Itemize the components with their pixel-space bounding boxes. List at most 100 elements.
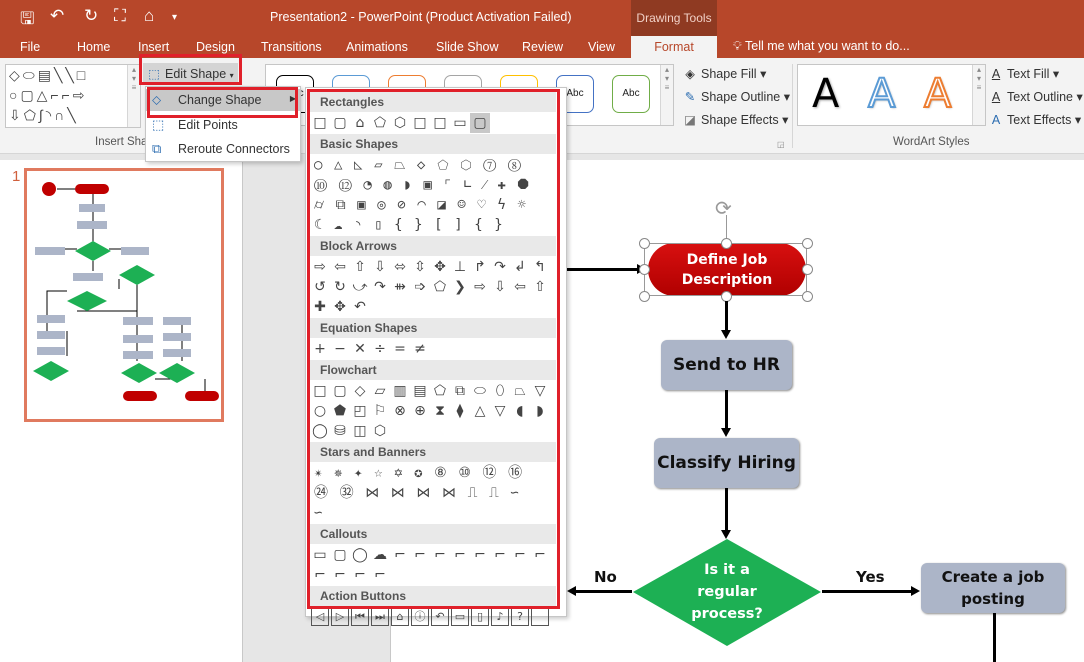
group-divider bbox=[792, 64, 793, 148]
text-fill-button[interactable]: A Text Fill ▾ bbox=[988, 66, 1059, 81]
pencil-icon: ✎ bbox=[684, 90, 696, 104]
menu-item-label: Edit Points bbox=[178, 118, 238, 132]
text-outline-label: Text Outline bbox=[1007, 90, 1074, 104]
wordart-scrollbar[interactable]: ▴ ▾ ≡ bbox=[972, 65, 985, 125]
slide-thumbnail[interactable] bbox=[24, 168, 224, 422]
shape-fill-button[interactable]: ◈ Shape Fill ▾ bbox=[682, 66, 766, 81]
slides-panel: 1 bbox=[0, 160, 243, 662]
resize-handle[interactable] bbox=[802, 264, 813, 275]
shape-effects-icon: ◪ bbox=[684, 113, 696, 127]
insert-shapes-group-label: Insert Sha bbox=[95, 136, 148, 148]
action-buttons-shape-icon[interactable]: ♪ bbox=[491, 608, 509, 626]
arrowhead bbox=[911, 586, 920, 596]
text-fill-label: Text Fill bbox=[1007, 67, 1050, 81]
undo-icon[interactable]: ↶ bbox=[50, 6, 64, 26]
connector-arrow bbox=[725, 301, 728, 331]
dialog-launcher-icon[interactable]: ◲ bbox=[777, 140, 785, 149]
yes-label: Yes bbox=[856, 568, 885, 586]
text-outline-icon: A bbox=[991, 90, 1001, 104]
resize-handle[interactable] bbox=[802, 238, 813, 249]
action-buttons-shape-icon[interactable]: ▷ bbox=[331, 608, 349, 626]
menu-item-label: Reroute Connectors bbox=[178, 142, 290, 156]
rotate-handle-icon[interactable]: ⟳ bbox=[715, 196, 732, 221]
resize-handle[interactable] bbox=[721, 238, 732, 249]
shape-outline-label: Shape Outline bbox=[701, 90, 781, 104]
text-outline-button[interactable]: A Text Outline ▾ bbox=[988, 89, 1083, 104]
window-title: Presentation2 - PowerPoint (Product Acti… bbox=[270, 10, 572, 24]
shape-icons[interactable]: ◇⬭▤╲╲□ ○▢△⌐⌐⇨ ⇩⬠∫◝∩╲ bbox=[6, 65, 140, 125]
category-shapes-action-buttons: ◁ ▷ ⏮ ⏭ ⌂ ⓘ ↶ ▭ ▯ ♪? bbox=[306, 607, 550, 627]
text-effects-icon: A bbox=[991, 113, 1001, 127]
wordart-style-option[interactable]: A bbox=[867, 70, 896, 118]
insert-shapes-gallery[interactable]: ◇⬭▤╲╲□ ○▢△⌐⌐⇨ ⇩⬠∫◝∩╲ ▴ ▾ ≡ bbox=[5, 64, 141, 128]
paint-bucket-icon: ◈ bbox=[685, 67, 695, 81]
wordart-group-label: WordArt Styles bbox=[893, 136, 970, 148]
wordart-gallery[interactable]: AAA ▴ ▾ ≡ bbox=[797, 64, 986, 126]
resize-handle[interactable] bbox=[639, 238, 650, 249]
tab-home[interactable]: Home bbox=[77, 40, 110, 54]
shape-style-option[interactable]: Abc bbox=[612, 75, 650, 113]
arrowhead bbox=[721, 428, 731, 437]
tab-review[interactable]: Review bbox=[522, 40, 563, 54]
action-buttons-shape-icon[interactable]: ▯ bbox=[471, 608, 489, 626]
format-painter-icon[interactable]: ⌂ bbox=[144, 6, 154, 26]
text-effects-button[interactable]: A Text Effects ▾ bbox=[988, 112, 1081, 127]
resize-handle[interactable] bbox=[639, 291, 650, 302]
tab-view[interactable]: View bbox=[588, 40, 615, 54]
slide-number: 1 bbox=[12, 168, 21, 185]
drawing-tools-label: Drawing Tools bbox=[631, 0, 717, 36]
wordart-style-option[interactable]: A bbox=[812, 71, 839, 117]
shape-outline-button[interactable]: ✎ Shape Outline ▾ bbox=[682, 89, 790, 104]
styles-scrollbar[interactable]: ▴ ▾ ≡ bbox=[660, 65, 673, 125]
connector-arrow bbox=[822, 590, 912, 593]
highlight-box bbox=[147, 87, 298, 118]
edit-points-icon: ⬚ bbox=[152, 117, 165, 132]
shape-effects-label: Shape Effects bbox=[701, 113, 779, 127]
resize-handle[interactable] bbox=[639, 264, 650, 275]
arrowhead bbox=[721, 330, 731, 339]
highlight-box bbox=[307, 89, 560, 609]
reroute-connectors-icon: ⧉ bbox=[152, 141, 162, 156]
wordart-style-option[interactable]: A bbox=[923, 70, 952, 118]
save-icon[interactable]: 🖫 bbox=[20, 6, 34, 35]
text-effects-label: Text Effects bbox=[1007, 113, 1072, 127]
action-buttons-shape-icon[interactable]: ⓘ bbox=[411, 608, 429, 626]
thumbnail-flowchart-image bbox=[33, 182, 219, 401]
action-buttons-shape-icon[interactable]: ? bbox=[511, 608, 529, 626]
tell-me-text: Tell me what you want to do... bbox=[745, 39, 910, 53]
tab-slide-show[interactable]: Slide Show bbox=[436, 40, 499, 54]
action-buttons-shape-icon[interactable]: ▭ bbox=[451, 608, 469, 626]
create-job-posting-node[interactable]: Create a job posting bbox=[921, 563, 1065, 613]
tell-me-search[interactable]: 💡︎ Tell me what you want to do... bbox=[733, 39, 910, 54]
connector-arrow bbox=[993, 613, 996, 662]
tab-insert[interactable]: Insert bbox=[138, 40, 169, 54]
connector-arrow bbox=[575, 590, 632, 593]
no-label: No bbox=[594, 568, 617, 586]
tab-animations[interactable]: Animations bbox=[346, 40, 408, 54]
selection-box bbox=[644, 243, 807, 296]
start-slideshow-icon[interactable]: ⛶ bbox=[114, 6, 126, 26]
tab-design[interactable]: Design bbox=[196, 40, 235, 54]
send-to-hr-node[interactable]: Send to HR bbox=[661, 340, 792, 390]
menu-item-reroute-connectors[interactable]: ⧉ Reroute Connectors bbox=[146, 138, 300, 160]
action-buttons-shape-icon[interactable]: ↶ bbox=[431, 608, 449, 626]
highlight-box bbox=[139, 54, 242, 85]
tab-transitions[interactable]: Transitions bbox=[261, 40, 322, 54]
resize-handle[interactable] bbox=[802, 291, 813, 302]
action-buttons-shape-icon[interactable]: ⌂ bbox=[391, 608, 409, 626]
redo-icon[interactable]: ↻ bbox=[84, 6, 98, 26]
shape-fill-label: Shape Fill bbox=[701, 67, 757, 81]
lightbulb-icon: 💡︎ bbox=[733, 39, 745, 53]
connector-arrow bbox=[725, 488, 728, 530]
decision-text: Is it a regular process? bbox=[691, 562, 763, 622]
action-buttons-shape-icon[interactable]: ⏭ bbox=[371, 608, 389, 626]
tab-format[interactable]: Format bbox=[631, 36, 717, 58]
classify-hiring-node[interactable]: Classify Hiring bbox=[654, 438, 799, 488]
customize-quick-access-icon[interactable]: ▾ bbox=[172, 12, 177, 23]
action-buttons-shape-icon[interactable] bbox=[531, 608, 549, 626]
connector-arrow bbox=[725, 390, 728, 428]
action-buttons-shape-icon[interactable]: ◁ bbox=[311, 608, 329, 626]
shape-effects-button[interactable]: ◪ Shape Effects ▾ bbox=[682, 112, 788, 127]
action-buttons-shape-icon[interactable]: ⏮ bbox=[351, 608, 369, 626]
tab-file[interactable]: File bbox=[20, 40, 40, 54]
